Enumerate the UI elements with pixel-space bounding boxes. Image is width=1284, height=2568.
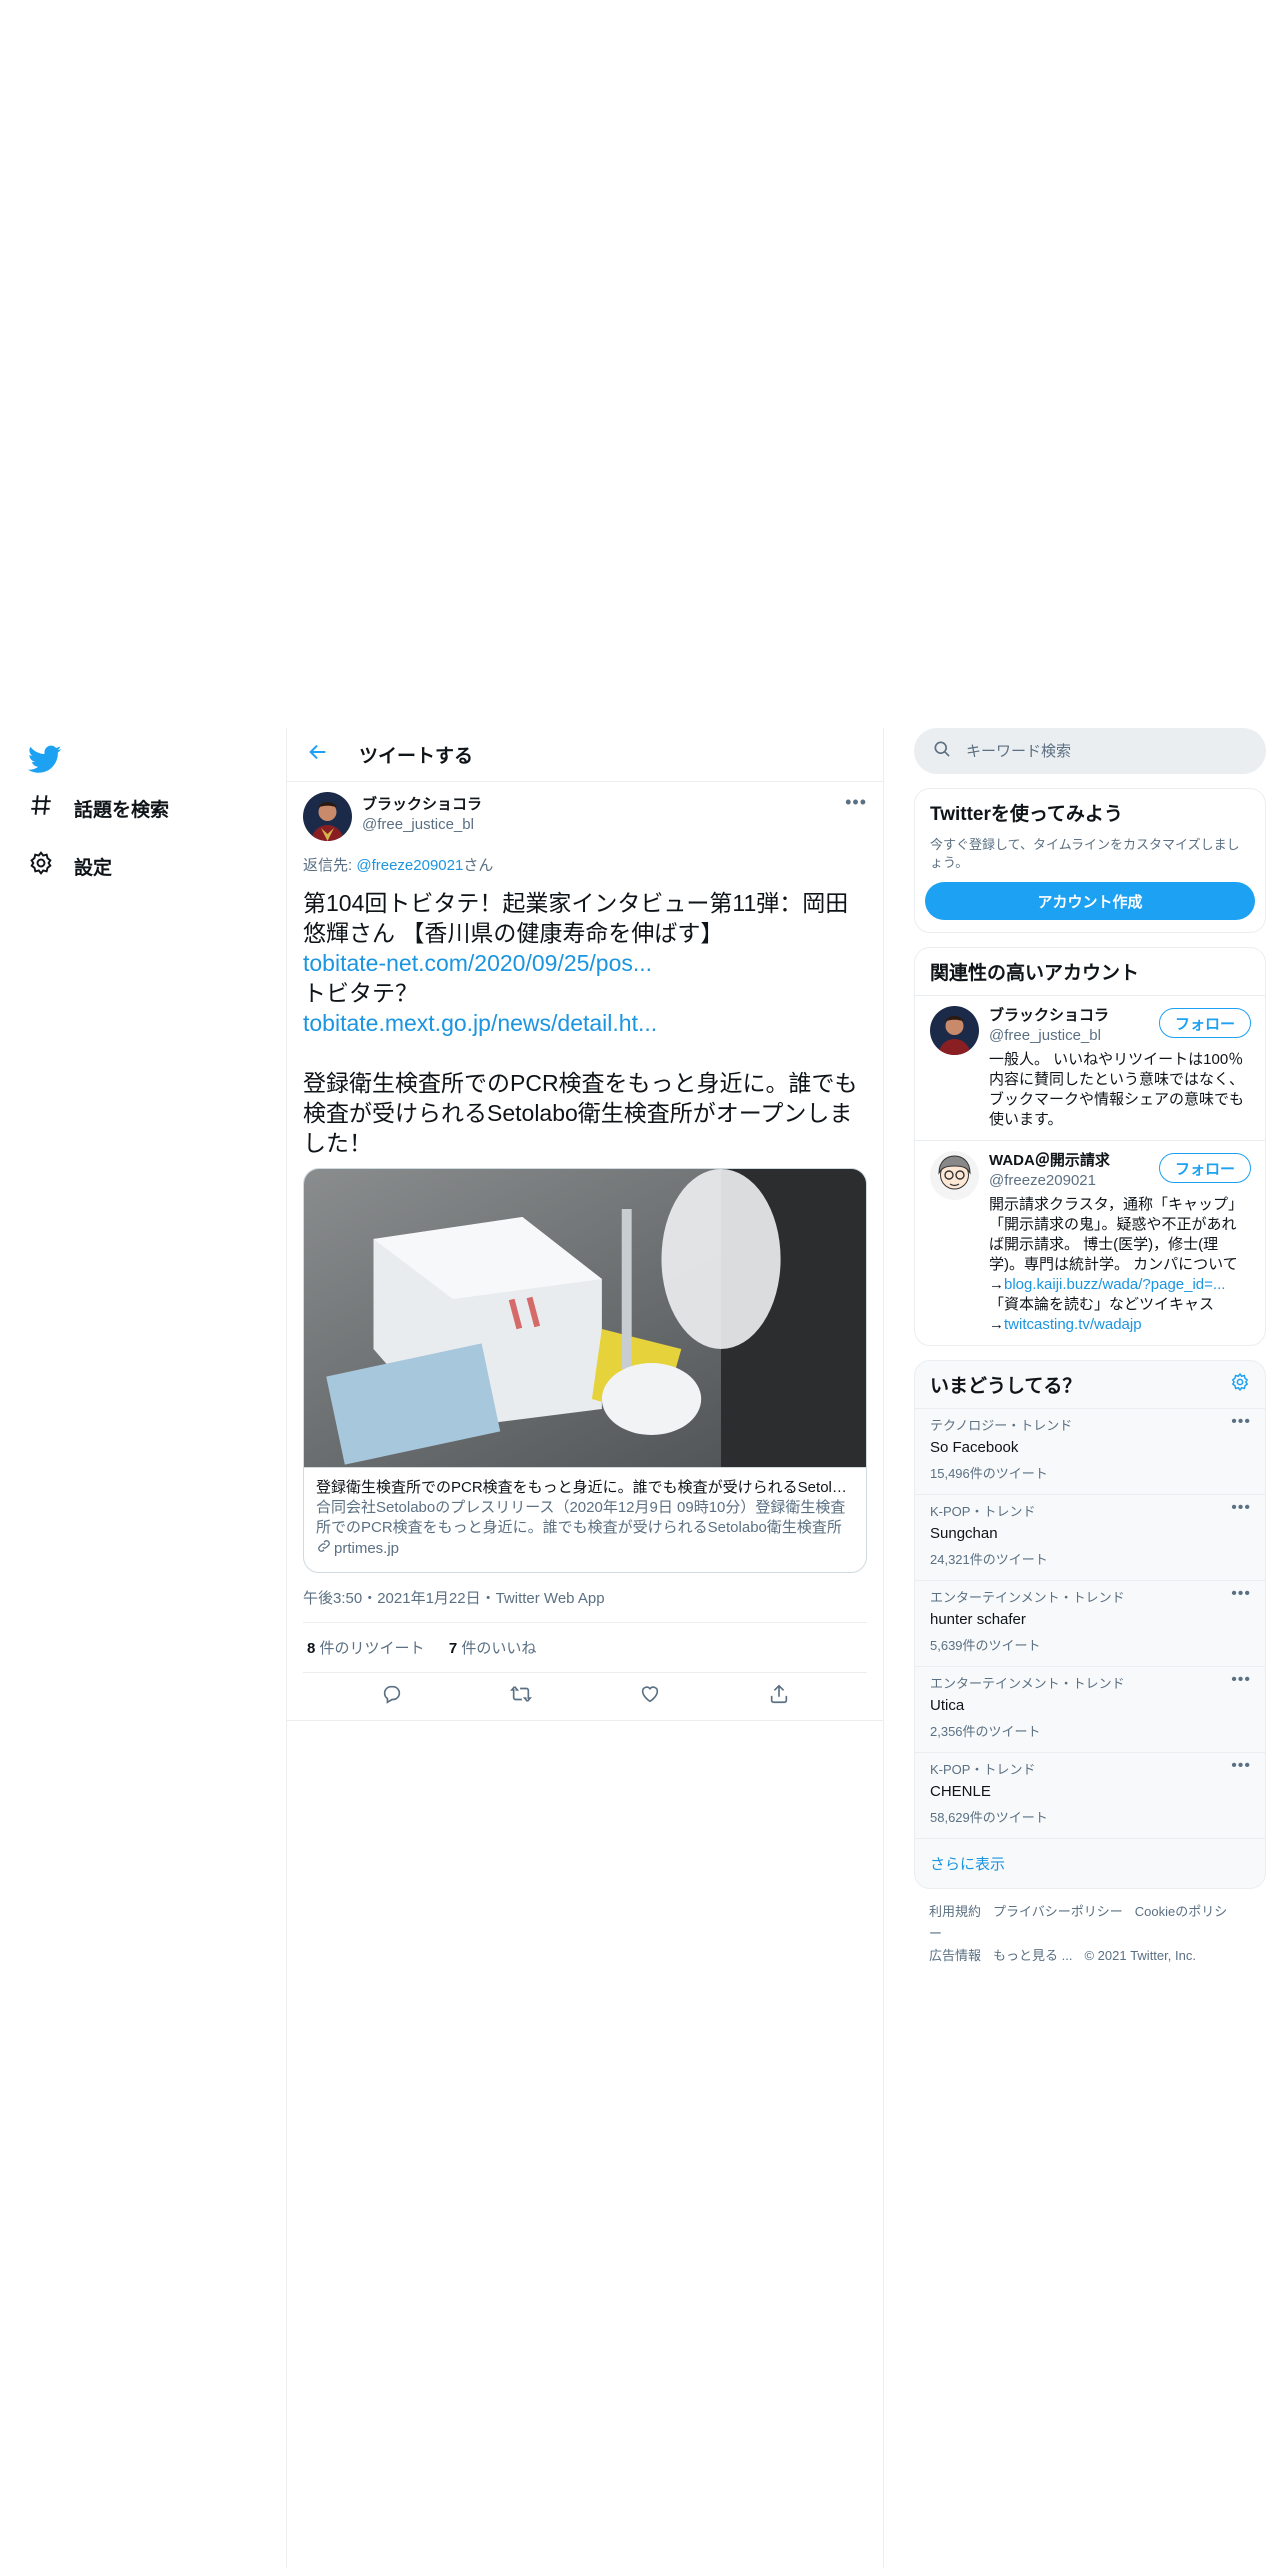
- more-options-icon[interactable]: •••: [1231, 1757, 1251, 1775]
- tweet-author: ブラックショコラ @free_justice_bl •••: [303, 792, 867, 842]
- nav-settings[interactable]: 設定: [28, 844, 112, 888]
- trend-name: Utica: [930, 1697, 965, 1714]
- footer: 利用規約 プライバシーポリシー Cookieのポリシー 広告情報 もっと見る ... © …: [914, 1889, 1266, 1979]
- copyright: © 2021 Twitter, Inc.: [1084, 1948, 1196, 1963]
- search-box[interactable]: [914, 728, 1266, 774]
- account-avatar[interactable]: [930, 1151, 979, 1200]
- search-input[interactable]: [966, 742, 1236, 760]
- arrow-left-icon: [307, 741, 329, 768]
- right-sidebar: Twitterを使ってみよう 今すぐ登録して、タイムラインをカスタマイズしましょ…: [914, 728, 1266, 1979]
- account-bio: 開示請求クラスタ，通称「キャップ」「開示請求の鬼」。疑惑や不正があれば開示請求。…: [989, 1196, 1243, 1333]
- tweet-link-1[interactable]: tobitate-net.com/2020/09/25/pos...: [303, 948, 867, 978]
- tweet-text-line: 登録衛生検査所でのPCR検査をもっと身近に。誰でも検査が受けられるSetolab…: [303, 1070, 858, 1156]
- related-title: 関連性の高いアカウント: [930, 963, 1140, 984]
- author-name[interactable]: ブラックショコラ: [362, 795, 482, 815]
- link-icon: [316, 1538, 334, 1560]
- card-domain-text: prtimes.jp: [334, 1540, 400, 1557]
- tweet-text-line: 第104回トビタテ！起業家インタビュー第11弾：岡田悠輝さん 【香川県の健康寿命…: [303, 890, 849, 946]
- follow-button[interactable]: フォロー: [1158, 1153, 1251, 1183]
- reply-to: 返信先: @freeze209021さん: [303, 856, 867, 876]
- tweet-link-2[interactable]: tobitate.mext.go.jp/news/detail.ht...: [303, 1008, 867, 1038]
- back-button[interactable]: [301, 738, 335, 772]
- trend-context: K-POP・トレンド: [930, 1762, 1036, 1777]
- retweet-icon[interactable]: [509, 1683, 532, 1710]
- hashtag-icon: [28, 792, 74, 824]
- tweet-timestamp[interactable]: 午後3:50・2021年1月22日・Twitter Web App: [303, 1573, 867, 1623]
- trend-item[interactable]: テクノロジー・トレンド So Facebook 15,496件のツイート •••: [915, 1409, 1265, 1495]
- trend-name: CHENLE: [930, 1783, 991, 1800]
- like-count[interactable]: 7 件のいいね: [449, 1640, 537, 1657]
- page-title: ツイートする: [359, 746, 474, 767]
- trend-count: 24,321件のツイート: [930, 1552, 1048, 1567]
- more-options-icon[interactable]: •••: [1231, 1671, 1251, 1689]
- reply-suffix: さん: [463, 857, 494, 874]
- trend-item[interactable]: K-POP・トレンド Sungchan 24,321件のツイート •••: [915, 1495, 1265, 1581]
- more-options-icon[interactable]: •••: [1231, 1413, 1251, 1431]
- reply-handle-link[interactable]: @freeze209021: [356, 857, 463, 874]
- signup-box: Twitterを使ってみよう 今すぐ登録して、タイムラインをカスタマイズしましょ…: [914, 788, 1266, 933]
- author-handle[interactable]: @free_justice_bl: [362, 815, 482, 835]
- link-card[interactable]: 登録衛生検査所でのPCR検査をもっと身近に。誰でも検査が受けられるSetolab…: [303, 1168, 867, 1573]
- signup-description: 今すぐ登録して、タイムラインをカスタマイズしましょう。: [930, 837, 1240, 870]
- tweet-text-line: トビタテ？: [303, 980, 418, 1006]
- trend-count: 58,629件のツイート: [930, 1810, 1048, 1825]
- show-more-link[interactable]: さらに表示: [915, 1839, 1265, 1888]
- retweet-count[interactable]: 8 件のリツイート: [307, 1640, 425, 1657]
- tweet: ブラックショコラ @free_justice_bl ••• 返信先: @free…: [287, 782, 883, 1721]
- footer-link[interactable]: 広告情報: [929, 1948, 981, 1963]
- trend-context: エンターテインメント・トレンド: [930, 1676, 1125, 1691]
- nav-explore[interactable]: 話題を検索: [28, 786, 169, 830]
- trends-title: いまどうしてる？: [930, 1376, 1082, 1397]
- trend-item[interactable]: K-POP・トレンド CHENLE 58,629件のツイート •••: [915, 1753, 1265, 1839]
- trend-item[interactable]: エンターテインメント・トレンド hunter schafer 5,639件のツイ…: [915, 1581, 1265, 1667]
- trend-count: 15,496件のツイート: [930, 1466, 1048, 1481]
- search-icon: [932, 739, 952, 764]
- card-domain: prtimes.jp: [316, 1538, 854, 1560]
- main-column: ツイートする ブラックショコラ @free_justice_bl ••• 返信先…: [286, 728, 884, 2568]
- more-options-icon[interactable]: •••: [1231, 1585, 1251, 1603]
- card-image: [304, 1169, 866, 1467]
- nav-explore-label: 話題を検索: [74, 799, 170, 821]
- tweet-actions: [287, 1673, 883, 1721]
- account-avatar[interactable]: [930, 1006, 979, 1055]
- create-account-button[interactable]: アカウント作成: [925, 882, 1255, 920]
- signup-title: Twitterを使ってみよう: [930, 804, 1123, 825]
- account-item[interactable]: WADA＠開示請求 @freeze209021 開示請求クラスタ，通称「キャップ…: [915, 1140, 1265, 1345]
- share-icon[interactable]: [768, 1683, 790, 1710]
- tweet-text: 第104回トビタテ！起業家インタビュー第11弾：岡田悠輝さん 【香川県の健康寿命…: [303, 888, 867, 1158]
- trend-context: エンターテインメント・トレンド: [930, 1590, 1125, 1605]
- tweet-stats: 8 件のリツイート 7 件のいいね: [303, 1623, 867, 1673]
- trend-name: Sungchan: [930, 1525, 998, 1542]
- tweet-header: ツイートする: [287, 728, 883, 782]
- more-options-icon[interactable]: •••: [1231, 1499, 1251, 1517]
- trends-box: いまどうしてる？ テクノロジー・トレンド So Facebook 15,496件…: [914, 1360, 1266, 1889]
- reply-prefix: 返信先:: [303, 857, 357, 874]
- trend-context: K-POP・トレンド: [930, 1504, 1036, 1519]
- card-title: 登録衛生検査所でのPCR検査をもっと身近に。誰でも検査が受けられるSetolab…: [316, 1479, 854, 1496]
- card-description: 合同会社Setolaboのプレスリリース（2020年12月9日 09時10分）登…: [316, 1499, 846, 1536]
- bio-link[interactable]: twitcasting.tv/wadajp: [1004, 1316, 1142, 1333]
- related-accounts-box: 関連性の高いアカウント ブラックショコラ @free_justice_bl 一般…: [914, 947, 1266, 1346]
- trend-context: テクノロジー・トレンド: [930, 1418, 1073, 1433]
- more-options-icon[interactable]: •••: [845, 792, 867, 813]
- footer-link[interactable]: もっと見る ...: [993, 1948, 1072, 1963]
- follow-button[interactable]: フォロー: [1158, 1008, 1251, 1038]
- trend-count: 2,356件のツイート: [930, 1724, 1041, 1739]
- account-bio: 一般人。 いいねやリツイートは100％内容に賛同したという意味ではなく、ブックマ…: [989, 1051, 1245, 1128]
- author-avatar[interactable]: [303, 792, 352, 841]
- reply-icon[interactable]: [381, 1683, 403, 1710]
- twitter-logo-icon[interactable]: [28, 742, 62, 776]
- gear-icon: [28, 850, 74, 882]
- bio-link[interactable]: blog.kaiji.buzz/wada/?page_id=...: [1004, 1276, 1225, 1293]
- trend-name: hunter schafer: [930, 1611, 1026, 1628]
- footer-link[interactable]: 利用規約: [929, 1904, 981, 1919]
- trend-name: So Facebook: [930, 1439, 1019, 1456]
- trend-item[interactable]: エンターテインメント・トレンド Utica 2,356件のツイート •••: [915, 1667, 1265, 1753]
- trend-count: 5,639件のツイート: [930, 1638, 1041, 1653]
- account-item[interactable]: ブラックショコラ @free_justice_bl 一般人。 いいねやリツイート…: [915, 995, 1265, 1140]
- like-icon[interactable]: [639, 1683, 661, 1710]
- footer-link[interactable]: プライバシーポリシー: [993, 1904, 1123, 1919]
- gear-icon[interactable]: [1230, 1372, 1250, 1397]
- nav-settings-label: 設定: [74, 857, 113, 879]
